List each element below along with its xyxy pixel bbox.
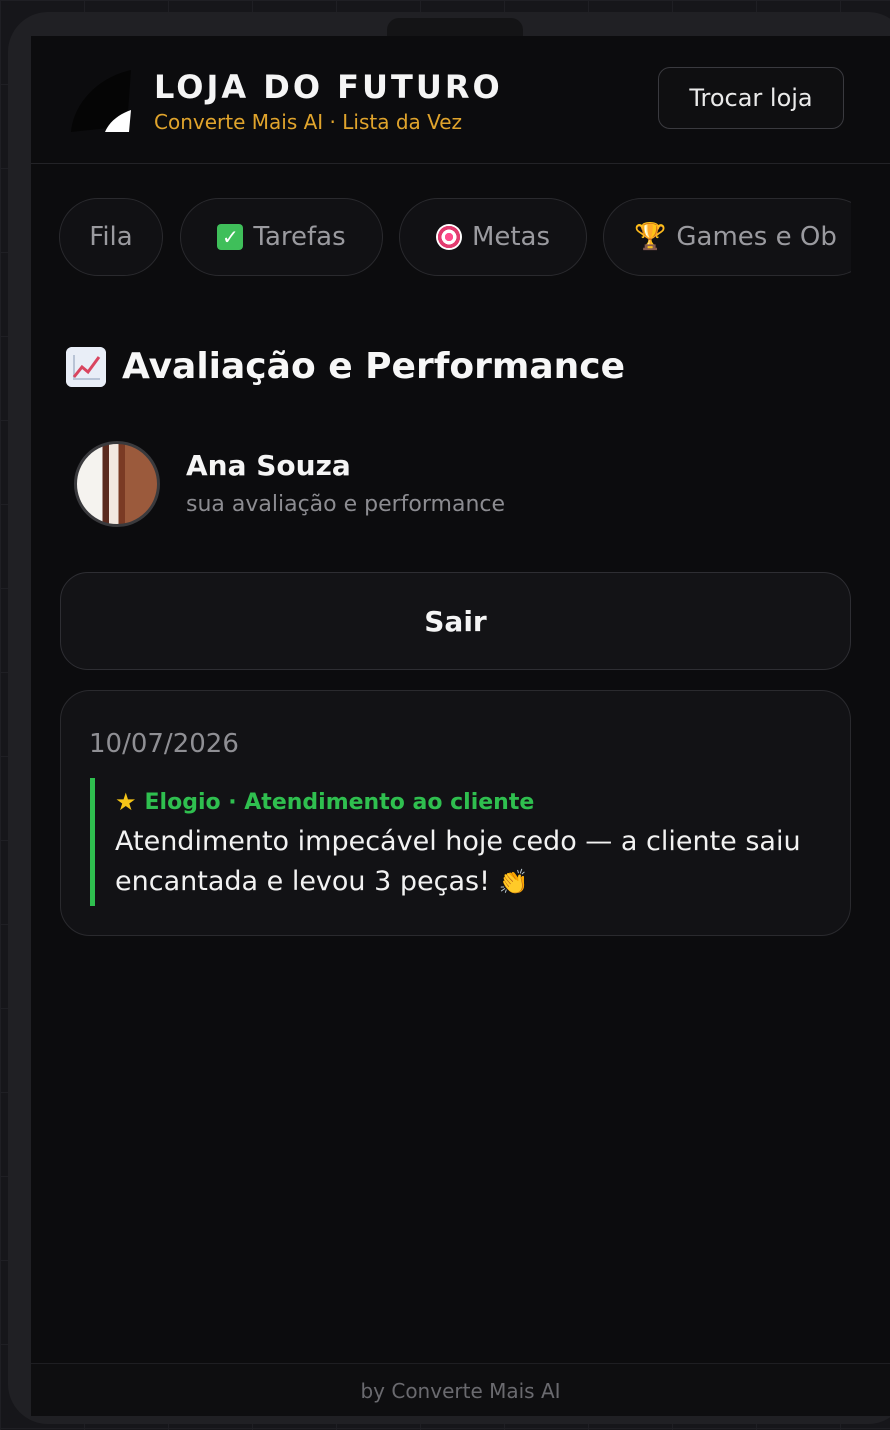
target-icon [435, 224, 462, 250]
avatar [74, 441, 160, 527]
profile-name: Ana Souza [186, 449, 351, 482]
tab-tarefas[interactable]: ✓ Tarefas [180, 198, 383, 276]
section-header: Avaliação e Performance [66, 346, 625, 387]
tab-label: Games e Ob [676, 222, 837, 252]
app-header: LOJA DO FUTURO Converte Mais AI · Lista … [31, 36, 890, 164]
brand-title: LOJA DO FUTURO [154, 68, 503, 106]
trophy-icon: 🏆 [634, 222, 667, 252]
star-icon: ★ [115, 788, 137, 816]
device-notch [387, 18, 523, 36]
feedback-message: Atendimento impecável hoje cedo — a clie… [115, 826, 801, 897]
feedback-text: Atendimento impecável hoje cedo — a clie… [115, 822, 815, 902]
brand-subtitle: Converte Mais AI · Lista da Vez [154, 110, 463, 134]
tab-games[interactable]: 🏆 Games e Ob [603, 198, 851, 276]
switch-store-button[interactable]: Trocar loja [658, 67, 844, 129]
brand-logo-icon [71, 70, 131, 132]
profile-subtitle: sua avaliação e performance [186, 492, 506, 517]
chart-increasing-icon [66, 346, 106, 387]
feedback-quote: ★ Elogio · Atendimento ao cliente Atendi… [90, 778, 810, 906]
feedback-date: 10/07/2026 [89, 729, 239, 759]
section-title: Avaliação e Performance [122, 346, 626, 387]
clapping-hands-icon: 👏 [498, 868, 529, 896]
check-box-icon: ✓ [217, 224, 244, 250]
footer: by Converte Mais AI [31, 1363, 890, 1416]
tab-fila[interactable]: Fila [59, 198, 163, 276]
tab-metas[interactable]: Metas [399, 198, 587, 276]
tab-label: Metas [471, 222, 551, 252]
feedback-card: 10/07/2026 ★ Elogio · Atendimento ao cli… [60, 690, 851, 936]
feedback-category: Elogio · Atendimento ao cliente [144, 789, 535, 815]
tab-label: Tarefas [253, 222, 346, 252]
app-screen: LOJA DO FUTURO Converte Mais AI · Lista … [31, 36, 890, 1416]
logout-button[interactable]: Sair [60, 572, 851, 670]
tab-bar: Fila ✓ Tarefas Metas 🏆 Games e Ob [59, 196, 851, 282]
tab-label: Fila [89, 222, 133, 252]
feedback-header: ★ Elogio · Atendimento ao cliente [115, 788, 810, 816]
